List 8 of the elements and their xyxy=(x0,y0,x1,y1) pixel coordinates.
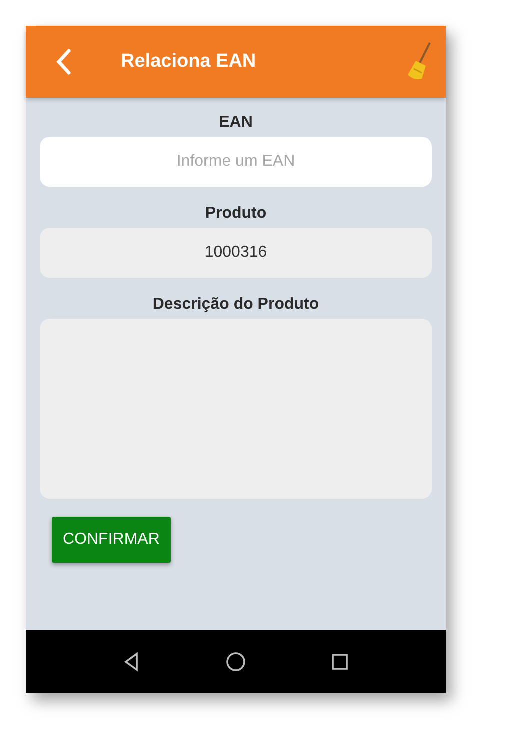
field-label: Produto xyxy=(205,205,267,223)
back-icon[interactable] xyxy=(54,48,74,76)
field-label: Descrição do Produto xyxy=(152,296,320,314)
screen-title: Relaciona EAN xyxy=(121,51,258,73)
home-icon[interactable] xyxy=(225,650,247,672)
field-label: EAN xyxy=(219,114,253,132)
input-field[interactable]: Informe um EAN xyxy=(40,137,432,187)
confirm-button[interactable]: CONFIRMAR xyxy=(52,517,171,563)
